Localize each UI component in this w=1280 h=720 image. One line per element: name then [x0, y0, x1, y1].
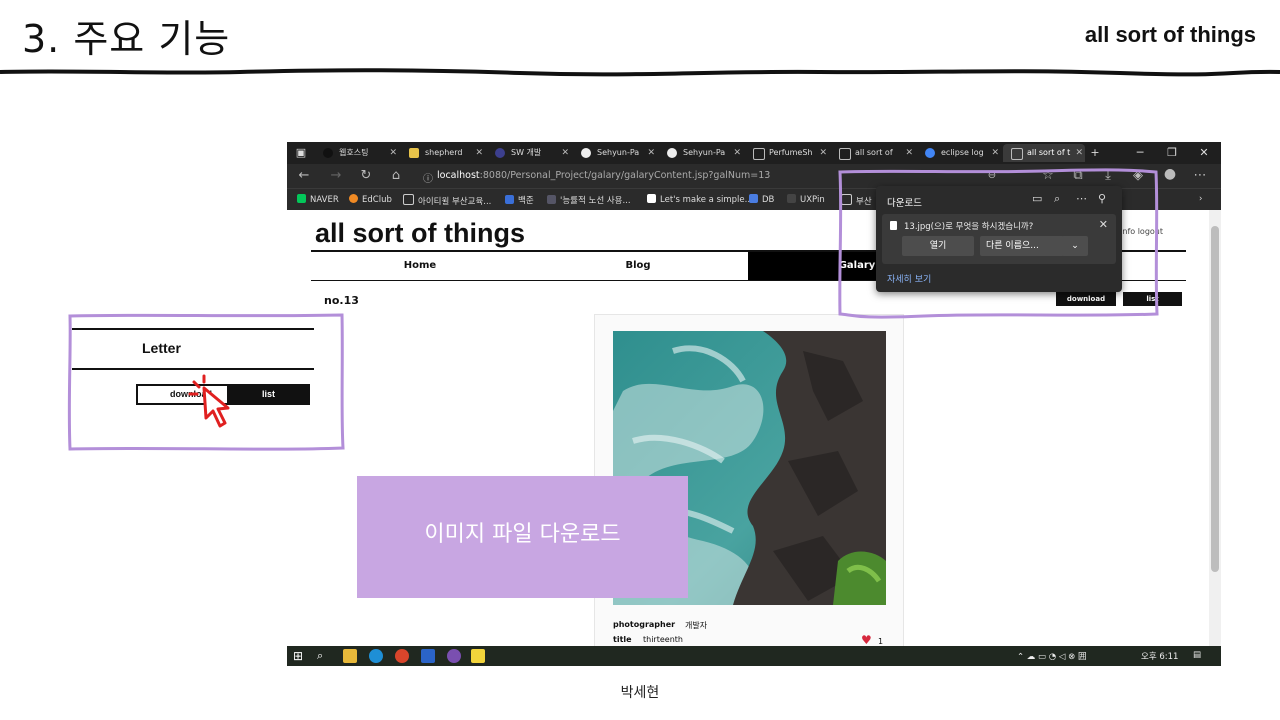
nav-home[interactable]: Home	[311, 252, 529, 280]
tab-bar: ▣ 웹호스팅 ✕ shepherd ✕ SW 개발 ✕ Sehyun-Pa ✕ Sehy…	[287, 142, 1221, 164]
zoom-list-button[interactable]: list	[227, 384, 310, 405]
new-tab-icon[interactable]: +	[1085, 142, 1105, 164]
windows-start-icon[interactable]: ⊞	[293, 649, 307, 663]
photographer-value: 개발자	[685, 621, 708, 630]
tab-7[interactable]: all sort of ✕	[831, 144, 915, 162]
refresh-icon[interactable]: ↻	[357, 168, 375, 183]
tab-9-active[interactable]: all sort of t ✕	[1003, 144, 1085, 162]
author-name: 박세현	[620, 685, 660, 701]
edge-icon[interactable]	[369, 649, 383, 663]
bookmark-baekjoon[interactable]: 백준	[505, 194, 534, 206]
slide-brand: all sort of things	[1084, 22, 1256, 47]
taskbar-search-icon[interactable]: ⌕	[317, 649, 331, 663]
clock[interactable]: 오후 6:11	[1141, 650, 1178, 662]
like-count: 1	[878, 637, 884, 646]
profile-icon[interactable]: ●	[1161, 166, 1179, 182]
tab-1[interactable]: 웹호스팅 ✕	[315, 144, 399, 162]
bookmark-naver[interactable]: NAVER	[297, 194, 339, 205]
click-cursor-icon	[188, 374, 230, 428]
taskbar: ⊞ ⌕ ⌃ ☁ ▭ ◔ ◁ ⊗ 囲 오후 6:11 ▤	[287, 646, 1221, 666]
app-icon-red[interactable]	[395, 649, 409, 663]
more-icon[interactable]: ⋯	[1191, 168, 1209, 183]
nav-blog[interactable]: Blog	[529, 252, 747, 280]
tab-2[interactable]: shepherd ✕	[401, 144, 485, 162]
home-icon[interactable]: ⌂	[387, 168, 405, 183]
tab-6[interactable]: PerfumeSh ✕	[745, 144, 829, 162]
url-field[interactable]: localhost:8080/Personal_Project/galary/g…	[437, 170, 770, 181]
file-explorer-icon[interactable]	[343, 649, 357, 663]
back-icon[interactable]: ←	[295, 168, 313, 183]
photographer-label: photographer	[613, 620, 676, 629]
feature-banner-text: 이미지 파일 다운로드	[424, 522, 621, 547]
forward-icon[interactable]: →	[327, 168, 345, 183]
app-icon-blue[interactable]	[421, 649, 435, 663]
tab-actions-icon[interactable]: ▣	[289, 142, 313, 164]
post-number: no.13	[324, 294, 359, 307]
minimize-icon[interactable]: ─	[1125, 142, 1155, 164]
bookmark-route[interactable]: '능률적 노선 사용...	[547, 194, 631, 206]
scroll-thumb[interactable]	[1211, 226, 1219, 572]
bookmark-db[interactable]: DB	[749, 194, 774, 205]
close-window-icon[interactable]: ✕	[1189, 142, 1219, 164]
slide-title: 3. 주요 기능	[22, 17, 231, 61]
site-title[interactable]: all sort of things	[315, 218, 525, 249]
tab-5[interactable]: Sehyun-Pa ✕	[659, 144, 743, 162]
tab-8[interactable]: eclipse log ✕	[917, 144, 1001, 162]
eclipse-icon[interactable]	[447, 649, 461, 663]
bookmarks-more-icon[interactable]: ›	[1199, 194, 1202, 204]
kakaotalk-icon[interactable]	[471, 649, 485, 663]
bookmark-uxpin[interactable]: UXPin	[787, 194, 825, 205]
title-value: thirteenth	[643, 635, 683, 644]
tab-4[interactable]: Sehyun-Pa ✕	[573, 144, 657, 162]
system-tray-icons[interactable]: ⌃ ☁ ▭ ◔ ◁ ⊗ 囲	[1017, 650, 1086, 662]
title-label: title	[613, 635, 632, 644]
bookmark-notion[interactable]: Let's make a simple...	[647, 194, 753, 205]
header-divider	[0, 68, 1280, 77]
restore-icon[interactable]: ❐	[1157, 142, 1187, 164]
bookmark-itwill[interactable]: 아이티윌 부산교육...	[403, 194, 491, 207]
notification-icon[interactable]: ▤	[1193, 650, 1201, 660]
heart-icon[interactable]: ♥	[861, 633, 872, 647]
download-highlight-outline	[838, 168, 1159, 319]
bookmark-edclub[interactable]: EdClub	[349, 194, 392, 205]
feature-banner: 이미지 파일 다운로드	[357, 476, 688, 598]
info-icon[interactable]: ⓘ	[419, 170, 437, 185]
tab-3[interactable]: SW 개발 ✕	[487, 144, 571, 162]
zoom-letter-label: Letter	[142, 340, 181, 356]
